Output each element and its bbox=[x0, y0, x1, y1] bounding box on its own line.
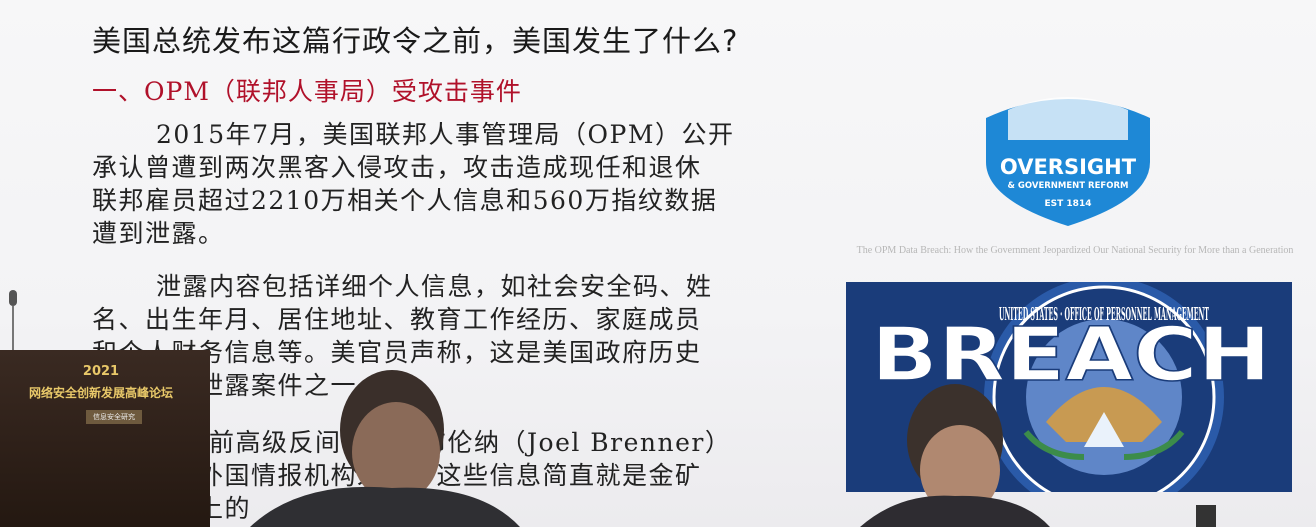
audience-silhouettes bbox=[250, 370, 1216, 527]
